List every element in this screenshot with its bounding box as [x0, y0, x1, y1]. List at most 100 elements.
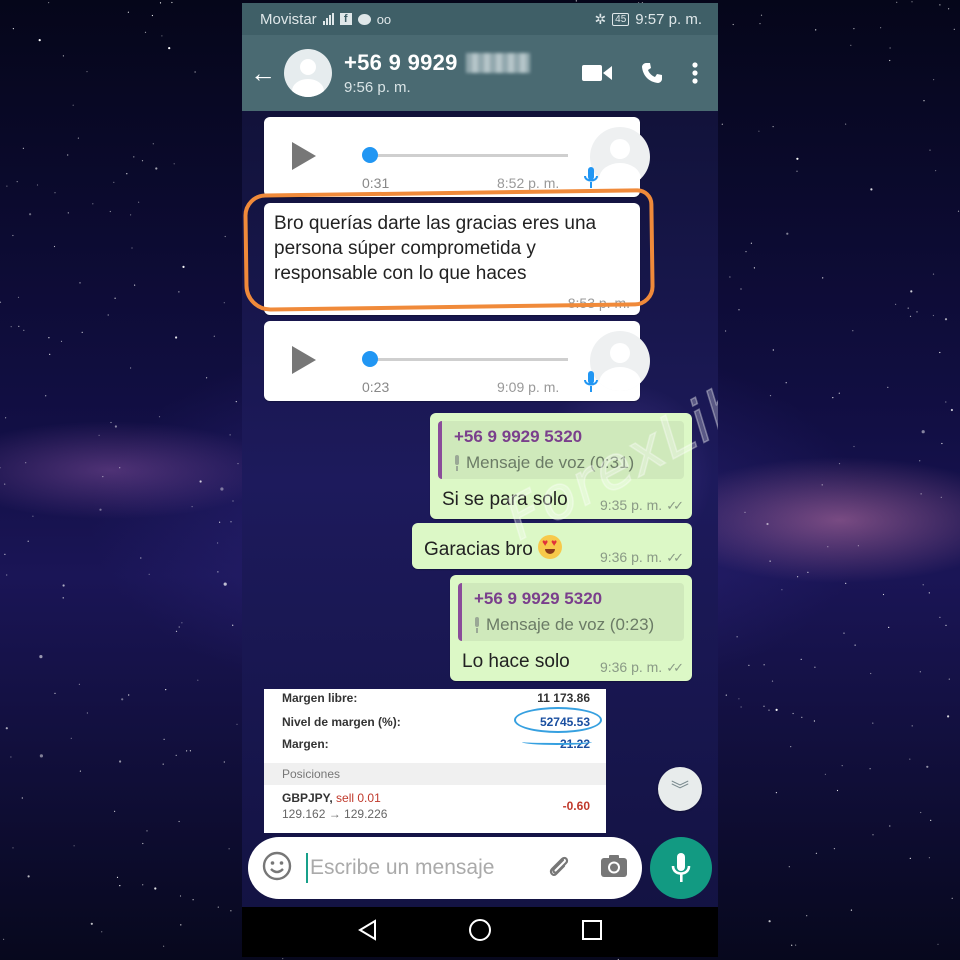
star — [53, 245, 56, 248]
mic-small-icon — [455, 455, 459, 471]
voice-progress-knob[interactable] — [362, 351, 378, 367]
star — [232, 500, 234, 502]
star — [895, 303, 897, 305]
voice-progress-track[interactable] — [368, 358, 568, 361]
video-call-icon[interactable] — [582, 63, 612, 83]
star — [771, 680, 774, 682]
star — [744, 511, 746, 513]
back-arrow-icon[interactable]: ← — [250, 58, 278, 89]
star — [199, 480, 202, 483]
star — [142, 884, 144, 886]
star — [152, 143, 154, 145]
star — [928, 592, 930, 594]
scroll-down-button[interactable]: ︾ — [658, 767, 702, 811]
message-input[interactable] — [310, 856, 530, 880]
star — [933, 79, 935, 81]
read-ticks-icon: ✓✓ — [666, 660, 684, 675]
star — [945, 624, 947, 627]
star — [947, 715, 950, 718]
star — [121, 698, 124, 701]
star — [759, 23, 761, 25]
star — [148, 573, 150, 575]
star — [781, 589, 783, 591]
star — [155, 167, 158, 170]
blue-underline-annotation — [522, 739, 592, 745]
star — [896, 1, 898, 3]
star — [785, 382, 787, 384]
star — [127, 11, 129, 13]
voice-progress-knob[interactable] — [362, 147, 378, 163]
quoted-message[interactable]: +56 9 9929 5320 Mensaje de voz (0:23) — [458, 583, 684, 641]
star — [939, 351, 941, 354]
star — [827, 546, 829, 548]
camera-icon[interactable] — [600, 854, 628, 883]
star — [950, 408, 954, 412]
star — [113, 181, 115, 183]
battery-icon: 45 — [612, 12, 630, 26]
star — [228, 848, 230, 850]
nav-home-icon[interactable] — [468, 918, 492, 947]
star — [194, 71, 196, 73]
star — [131, 247, 133, 249]
star — [45, 395, 47, 397]
star — [750, 242, 753, 244]
star — [78, 683, 80, 685]
star — [801, 716, 803, 718]
star — [161, 35, 163, 37]
star — [800, 658, 802, 661]
star — [815, 852, 818, 854]
star — [833, 848, 836, 850]
star — [872, 834, 874, 836]
image-message-trading-screenshot[interactable]: Margen libre: 11 173.86 Nivel de margen … — [264, 689, 606, 833]
star — [813, 720, 816, 722]
star — [109, 210, 111, 213]
star — [12, 28, 14, 30]
star — [935, 170, 937, 172]
star — [36, 184, 39, 186]
voice-progress-track[interactable] — [368, 154, 568, 157]
nav-back-icon[interactable] — [357, 918, 379, 946]
star — [796, 157, 799, 160]
star — [853, 28, 855, 30]
more-options-icon[interactable] — [692, 62, 698, 84]
emoji-icon[interactable] — [262, 851, 292, 886]
star — [67, 212, 69, 214]
play-icon[interactable] — [292, 142, 316, 170]
star — [919, 460, 921, 462]
phone-call-icon[interactable] — [640, 61, 664, 85]
star — [857, 545, 860, 547]
message-text: Garacias bro — [424, 539, 533, 560]
star — [953, 28, 955, 30]
star — [107, 314, 109, 316]
contact-info[interactable]: +56 9 9929 9:56 p. m. — [344, 50, 582, 96]
message-time: 9:36 p. m. — [599, 659, 663, 675]
star — [852, 330, 854, 332]
bluetooth-icon: ✲ — [594, 10, 607, 27]
play-icon[interactable] — [292, 346, 316, 374]
star — [235, 401, 237, 403]
star — [872, 722, 874, 724]
contact-avatar[interactable] — [284, 49, 332, 97]
star — [237, 463, 239, 465]
star — [775, 708, 778, 712]
star — [140, 557, 142, 559]
star — [941, 442, 943, 445]
record-voice-button[interactable] — [650, 837, 712, 899]
star — [79, 282, 81, 284]
star — [937, 943, 939, 945]
star — [928, 857, 931, 859]
read-ticks-icon: ✓✓ — [666, 550, 684, 565]
star — [4, 553, 6, 556]
voice-mic-icon — [584, 371, 598, 398]
star — [725, 330, 727, 332]
star — [54, 192, 56, 194]
mic-small-icon — [475, 617, 479, 633]
star — [181, 622, 183, 624]
nav-recents-icon[interactable] — [581, 919, 603, 946]
star — [217, 571, 219, 573]
margin-level-label: Nivel de margen (%): — [282, 715, 401, 729]
star — [110, 421, 112, 424]
star — [948, 8, 950, 10]
sender-avatar — [590, 127, 650, 187]
attach-icon[interactable] — [546, 853, 572, 884]
